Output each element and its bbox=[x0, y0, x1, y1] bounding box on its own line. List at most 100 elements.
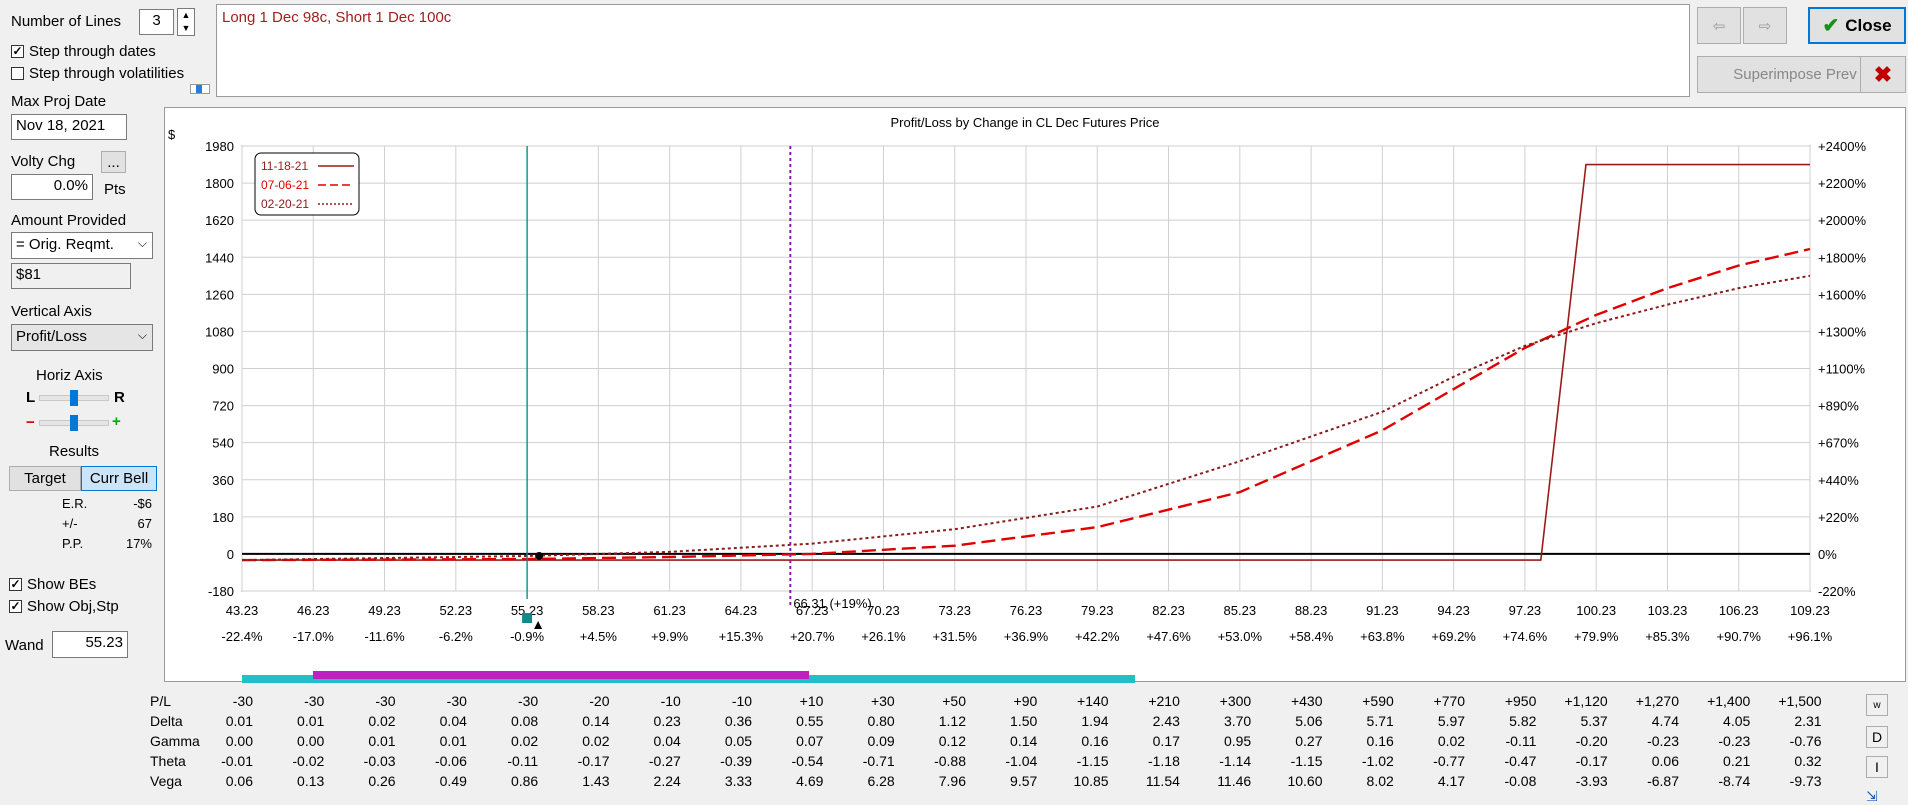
y-tick-label: 540 bbox=[212, 436, 234, 451]
x-pct-tick-label: +9.9% bbox=[651, 629, 689, 644]
vertical-axis-select[interactable]: Profit/Loss ⌵ bbox=[11, 324, 153, 351]
curr-bell-button[interactable]: Curr Bell bbox=[81, 466, 157, 491]
checkmark-icon: ✓ bbox=[9, 599, 22, 613]
x-tick-label: 100.23 bbox=[1576, 603, 1616, 618]
number-of-lines-input[interactable]: 3 bbox=[139, 9, 174, 35]
y2-tick-label: +440% bbox=[1818, 473, 1859, 488]
x-tick-label: 52.23 bbox=[440, 603, 473, 618]
show-bes-checkbox[interactable]: ✓ Show BEs bbox=[9, 576, 96, 593]
volty-chg-input[interactable]: 0.0% bbox=[11, 174, 93, 200]
checkmark-icon: ✔ bbox=[1822, 15, 1840, 37]
zoom-slider-thumb[interactable] bbox=[70, 415, 78, 431]
result-stddev: +/- 67 bbox=[62, 516, 152, 531]
x-tick-label: 73.23 bbox=[938, 603, 971, 618]
greeks-cell: 11.46 bbox=[1217, 773, 1252, 789]
greeks-row-pl: P/L -30 -30 -30 -30 -30 -20 -10 -10 +10 +30 +50 +90 +… bbox=[140, 693, 1860, 713]
step-vols-checkbox[interactable]: Step through volatilities bbox=[11, 65, 184, 82]
delete-button[interactable]: ✖ bbox=[1860, 56, 1906, 93]
position-description[interactable]: Long 1 Dec 98c, Short 1 Dec 100c bbox=[216, 4, 1690, 97]
greeks-row-delta: Delta 0.01 0.01 0.02 0.04 0.08 0.14 0.23 0.36 0.5… bbox=[140, 713, 1860, 733]
greeks-cell: 0.07 bbox=[796, 733, 824, 749]
splitter-handle[interactable] bbox=[190, 84, 210, 94]
volty-more-button[interactable]: ... bbox=[101, 151, 126, 173]
greeks-cell: 0.17 bbox=[1152, 733, 1180, 749]
greeks-cell: +1,120 bbox=[1564, 693, 1608, 709]
spin-up-icon[interactable]: ▲ bbox=[178, 9, 194, 22]
chart-title: Profit/Loss by Change in CL Dec Futures … bbox=[890, 115, 1159, 130]
x-tick-label: 85.23 bbox=[1224, 603, 1257, 618]
greeks-cell: 0.49 bbox=[439, 773, 467, 789]
legend-label: 07-06-21 bbox=[261, 178, 309, 192]
chart-grid bbox=[241, 145, 1811, 592]
greeks-row-label: P/L bbox=[150, 693, 172, 709]
export-icon[interactable]: ⇲ bbox=[1866, 788, 1888, 805]
x-pct-tick-label: -22.4% bbox=[221, 629, 263, 644]
horiz-shift-slider-thumb[interactable] bbox=[70, 390, 78, 406]
zoom-plus-label: + bbox=[112, 413, 121, 430]
greeks-cell: 0.14 bbox=[1010, 733, 1038, 749]
greeks-cell: -0.08 bbox=[1504, 773, 1537, 789]
x-tick-label: 70.23 bbox=[867, 603, 900, 618]
greeks-cell: 0.08 bbox=[510, 713, 539, 729]
results-table: E.R. -$6 +/- 67 P.P. 17% bbox=[62, 496, 152, 556]
greeks-cell: 0.02 bbox=[1437, 733, 1466, 749]
x-tick-label: 103.23 bbox=[1648, 603, 1688, 618]
results-label: Results bbox=[49, 443, 100, 460]
greeks-cell: 7.96 bbox=[938, 773, 966, 789]
greeks-cell: 4.74 bbox=[1651, 713, 1679, 729]
profit-loss-chart[interactable]: Profit/Loss by Change in CL Dec Futures … bbox=[164, 107, 1906, 682]
x-pct-tick-label: +85.3% bbox=[1645, 629, 1690, 644]
amount-provided-label: Amount Provided bbox=[11, 212, 127, 229]
x-tick-label: 79.23 bbox=[1081, 603, 1114, 618]
x-pct-tick-label: -17.0% bbox=[293, 629, 335, 644]
step-dates-checkbox[interactable]: ✓ Step through dates bbox=[11, 43, 156, 60]
max-proj-date-input[interactable]: Nov 18, 2021 bbox=[11, 114, 127, 140]
greeks-cell: -0.27 bbox=[648, 753, 681, 769]
greeks-cell: 0.06 bbox=[1651, 753, 1679, 769]
x-pct-tick-label: +47.6% bbox=[1146, 629, 1191, 644]
target-button[interactable]: Target bbox=[9, 466, 81, 491]
next-arrow-button[interactable]: ⇨ bbox=[1743, 7, 1787, 44]
horiz-r-label: R bbox=[114, 389, 125, 406]
wide-view-button[interactable]: w bbox=[1866, 694, 1888, 716]
greeks-cell: 5.71 bbox=[1366, 713, 1394, 729]
x-pct-tick-label: +36.9% bbox=[1004, 629, 1049, 644]
greeks-cell: -30 bbox=[517, 693, 539, 709]
greeks-cell: +10 bbox=[799, 693, 824, 709]
chart-svg[interactable]: Profit/Loss by Change in CL Dec Futures … bbox=[165, 108, 1905, 681]
greeks-cell: +1,270 bbox=[1635, 693, 1679, 709]
amount-provided-select[interactable]: = Orig. Reqmt. ⌵ bbox=[11, 232, 153, 259]
close-button[interactable]: ✔ Close bbox=[1808, 7, 1906, 44]
spin-down-icon[interactable]: ▼ bbox=[178, 22, 194, 35]
show-obj-checkbox[interactable]: ✓ Show Obj,Stp bbox=[9, 598, 119, 615]
greeks-cell: 0.23 bbox=[653, 713, 681, 729]
greeks-cell: -0.06 bbox=[434, 753, 467, 769]
wand-input[interactable]: 55.23 bbox=[52, 631, 128, 658]
greeks-cell: 0.55 bbox=[796, 713, 824, 729]
greeks-cell: 1.94 bbox=[1081, 713, 1109, 729]
y2-tick-label: +1300% bbox=[1818, 324, 1867, 339]
y-tick-label: -180 bbox=[208, 584, 234, 599]
detail-button[interactable]: D bbox=[1866, 726, 1888, 748]
amount-value-field: $81 bbox=[11, 263, 131, 289]
number-of-lines-spinner[interactable]: ▲ ▼ bbox=[177, 8, 195, 36]
greeks-cell: 4.05 bbox=[1723, 713, 1751, 729]
y-tick-label: 1980 bbox=[205, 139, 234, 154]
greeks-cell: 4.69 bbox=[796, 773, 824, 789]
greeks-cell: -3.93 bbox=[1575, 773, 1608, 789]
x-pct-tick-label: +79.9% bbox=[1574, 629, 1619, 644]
greeks-cell: +590 bbox=[1362, 693, 1394, 709]
y2-tick-label: +670% bbox=[1818, 436, 1859, 451]
greeks-cell: 0.80 bbox=[867, 713, 895, 729]
y-unit-label: $ bbox=[168, 127, 176, 142]
greeks-cell: +950 bbox=[1504, 693, 1537, 709]
y2-tick-label: +1800% bbox=[1818, 250, 1867, 265]
x-pct-tick-label: +63.8% bbox=[1360, 629, 1405, 644]
arrow-left-icon: ⇦ bbox=[1712, 17, 1726, 35]
y-tick-label: 900 bbox=[212, 362, 234, 377]
prev-arrow-button[interactable]: ⇦ bbox=[1697, 7, 1741, 44]
greeks-cell: -10 bbox=[731, 693, 753, 709]
greeks-cell: 1.43 bbox=[582, 773, 610, 789]
greeks-cell: 0.01 bbox=[297, 713, 325, 729]
info-button[interactable]: I bbox=[1866, 756, 1888, 778]
